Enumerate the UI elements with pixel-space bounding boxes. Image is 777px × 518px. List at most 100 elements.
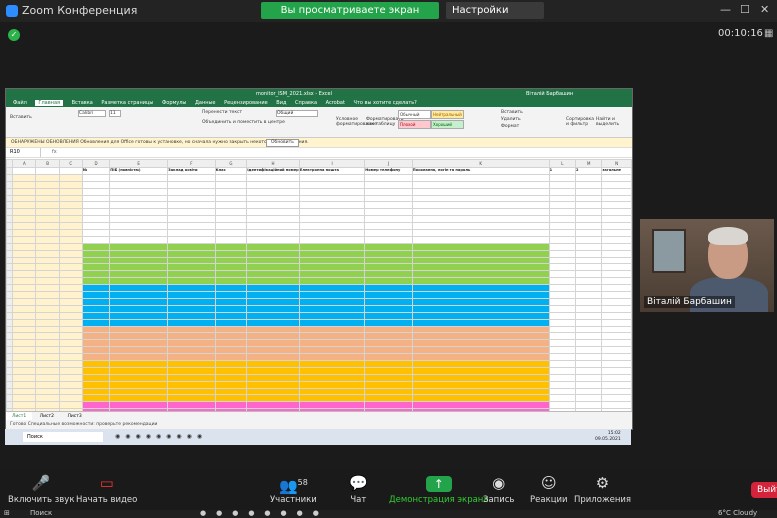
- table-cell[interactable]: [574, 353, 603, 361]
- table-cell[interactable]: [246, 311, 300, 320]
- table-cell[interactable]: [214, 387, 248, 396]
- table-cell[interactable]: [81, 215, 111, 224]
- table-cell[interactable]: [12, 256, 37, 265]
- table-cell[interactable]: [167, 284, 216, 293]
- table-cell[interactable]: [81, 353, 111, 361]
- table-cell[interactable]: [12, 380, 37, 389]
- table-cell[interactable]: [35, 235, 60, 244]
- table-cell[interactable]: [214, 194, 248, 203]
- table-cell[interactable]: [214, 332, 248, 341]
- table-cell[interactable]: [298, 284, 366, 293]
- column-header[interactable]: N: [601, 159, 632, 168]
- table-cell[interactable]: [601, 366, 632, 375]
- table-cell[interactable]: [364, 297, 413, 306]
- table-cell[interactable]: [601, 235, 632, 244]
- table-cell[interactable]: [58, 380, 83, 389]
- table-cell[interactable]: [601, 201, 632, 210]
- table-cell[interactable]: [601, 277, 632, 286]
- table-cell[interactable]: [35, 284, 60, 293]
- table-cell[interactable]: [364, 180, 413, 189]
- table-cell[interactable]: [167, 173, 216, 182]
- reactions-button[interactable]: ☺ Реакции: [530, 474, 568, 505]
- table-cell[interactable]: [364, 249, 413, 258]
- table-cell[interactable]: [411, 380, 550, 389]
- table-cell[interactable]: [214, 235, 248, 244]
- table-cell[interactable]: [12, 339, 37, 348]
- table-cell[interactable]: [12, 277, 37, 286]
- table-cell[interactable]: [109, 373, 169, 382]
- table-cell[interactable]: [58, 277, 83, 286]
- table-cell[interactable]: [574, 366, 603, 375]
- table-cell[interactable]: [214, 201, 248, 210]
- table-cell[interactable]: [35, 277, 60, 286]
- table-cell[interactable]: [12, 249, 37, 258]
- table-cell[interactable]: [548, 291, 577, 299]
- table-cell[interactable]: [214, 366, 248, 375]
- table-cell[interactable]: [214, 229, 248, 237]
- table-cell[interactable]: [574, 297, 603, 306]
- table-cell[interactable]: [109, 291, 169, 299]
- table-cell[interactable]: [574, 394, 603, 403]
- table-cell[interactable]: [246, 291, 300, 299]
- table-cell[interactable]: [58, 304, 83, 313]
- number-format-select[interactable]: Общий: [276, 110, 318, 117]
- table-cell[interactable]: [109, 270, 169, 279]
- table-cell[interactable]: [167, 401, 216, 410]
- table-cell[interactable]: [411, 180, 550, 189]
- table-cell[interactable]: [81, 173, 111, 182]
- table-cell[interactable]: [601, 346, 632, 355]
- table-cell[interactable]: [35, 173, 60, 182]
- table-cell[interactable]: [548, 373, 577, 382]
- table-cell[interactable]: [548, 277, 577, 286]
- table-cell[interactable]: [411, 235, 550, 244]
- field-label[interactable]: 2: [574, 167, 603, 175]
- table-cell[interactable]: [58, 346, 83, 355]
- table-cell[interactable]: [81, 242, 111, 251]
- tab-formulas[interactable]: Формулы: [162, 100, 186, 106]
- table-cell[interactable]: [574, 318, 603, 327]
- table-cell[interactable]: [548, 380, 577, 389]
- conditional-format-button[interactable]: Условное форматирование: [336, 117, 377, 127]
- tell-me-search[interactable]: Что вы хотите сделать?: [354, 100, 417, 106]
- tab-home[interactable]: Главная: [35, 100, 64, 106]
- table-cell[interactable]: [109, 235, 169, 244]
- table-cell[interactable]: [81, 208, 111, 217]
- table-cell[interactable]: [35, 401, 60, 410]
- table-cell[interactable]: [364, 256, 413, 265]
- table-cell[interactable]: [548, 284, 577, 293]
- table-cell[interactable]: [601, 208, 632, 217]
- table-cell[interactable]: [167, 256, 216, 265]
- table-cell[interactable]: [167, 387, 216, 396]
- table-cell[interactable]: [298, 366, 366, 375]
- table-cell[interactable]: [12, 366, 37, 375]
- table-cell[interactable]: [364, 277, 413, 286]
- table-cell[interactable]: [548, 359, 577, 368]
- table-cell[interactable]: [167, 366, 216, 375]
- table-cell[interactable]: [12, 242, 37, 251]
- table-cell[interactable]: [58, 235, 83, 244]
- field-label[interactable]: Клас: [214, 167, 248, 175]
- insert-cells-button[interactable]: Вставить: [501, 110, 523, 115]
- merge-center-button[interactable]: Объединить и поместить в центре: [202, 120, 285, 125]
- table-cell[interactable]: [601, 353, 632, 361]
- table-cell[interactable]: [548, 346, 577, 355]
- table-cell[interactable]: [298, 387, 366, 396]
- field-label[interactable]: [58, 167, 83, 175]
- table-cell[interactable]: [601, 173, 632, 182]
- table-cell[interactable]: [411, 215, 550, 224]
- table-cell[interactable]: [574, 284, 603, 293]
- table-cell[interactable]: [411, 249, 550, 258]
- table-cell[interactable]: [298, 208, 366, 217]
- table-cell[interactable]: [548, 180, 577, 189]
- table-cell[interactable]: [246, 359, 300, 368]
- table-cell[interactable]: [81, 194, 111, 203]
- table-cell[interactable]: [109, 339, 169, 348]
- table-cell[interactable]: [214, 180, 248, 189]
- windows-search[interactable]: Поиск: [30, 509, 52, 517]
- column-header[interactable]: E: [109, 159, 169, 168]
- table-cell[interactable]: [298, 180, 366, 189]
- column-header[interactable]: M: [574, 159, 603, 168]
- table-cell[interactable]: [81, 373, 111, 382]
- table-cell[interactable]: [81, 401, 111, 410]
- table-cell[interactable]: [58, 284, 83, 293]
